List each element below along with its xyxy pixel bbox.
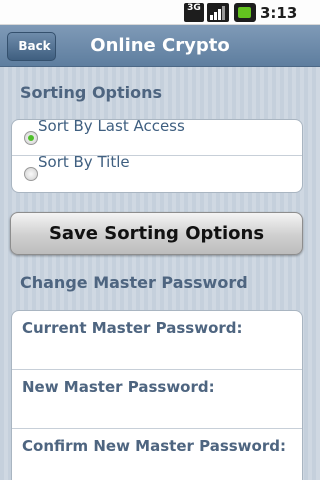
new-password-input[interactable] [22,400,292,422]
password-fields-group: Current Master Password: New Master Pass… [11,310,303,480]
radio-label-last-access[interactable]: Sort By Last Access [38,120,185,135]
save-sorting-options-button[interactable]: Save Sorting Options [10,212,303,255]
back-button[interactable]: Back [7,32,56,61]
new-password-label: New Master Password: [22,378,215,396]
radio-button-last-access[interactable] [24,131,38,145]
sorting-options-group: Sort By Last Access Sort By Title [11,119,303,193]
content-area: Sorting Options Sort By Last Access Sort… [0,67,320,480]
change-master-password-header: Change Master Password [20,273,248,292]
battery-icon [234,3,256,22]
signal-icon [207,3,229,22]
title-bar: Back Online Crypto [0,25,320,67]
status-bar: 3G 3:13 AM [0,0,320,40]
confirm-password-row: Confirm New Master Password: [12,429,302,480]
new-password-row: New Master Password: [12,370,302,429]
confirm-password-label: Confirm New Master Password: [22,437,286,455]
network-3g-icon: 3G [184,3,204,22]
radio-option-title[interactable]: Sort By Title [12,153,302,192]
confirm-password-input[interactable] [22,459,292,480]
page-title: Online Crypto [90,35,230,56]
network-label: 3G [187,3,201,13]
radio-button-title[interactable] [24,167,38,181]
radio-option-last-access[interactable]: Sort By Last Access [12,120,302,156]
sorting-options-header: Sorting Options [20,83,163,102]
current-password-input[interactable] [22,341,292,363]
radio-label-title[interactable]: Sort By Title [38,153,130,171]
current-password-label: Current Master Password: [22,319,243,337]
current-password-row: Current Master Password: [12,311,302,370]
